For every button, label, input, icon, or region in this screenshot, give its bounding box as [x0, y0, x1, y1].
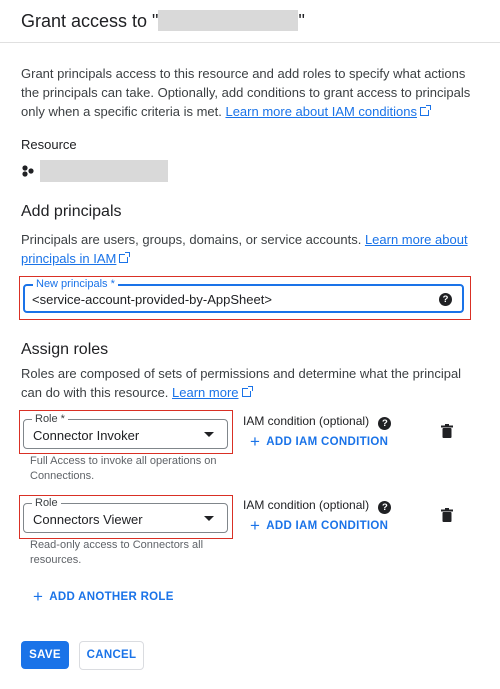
role-2-condition-label: IAM condition (optional): [243, 498, 370, 512]
iam-conditions-link[interactable]: Learn more about IAM conditions: [225, 104, 417, 119]
role-2-add-condition-button[interactable]: + ADD IAM CONDITION: [250, 516, 388, 536]
dialog-header: Grant access to " ": [0, 0, 500, 43]
role-2-helper-text: Read-only access to Connectors all resou…: [30, 539, 204, 566]
role-1-add-condition-button[interactable]: + ADD IAM CONDITION: [250, 432, 388, 452]
redacted-resource-name: [158, 10, 299, 31]
cancel-button-label: CANCEL: [86, 649, 137, 661]
intro-paragraph: Grant principals access to this resource…: [21, 64, 481, 121]
role-1-add-condition-label: ADD IAM CONDITION: [266, 436, 389, 448]
add-another-role-button[interactable]: + ADD ANOTHER ROLE: [33, 587, 174, 607]
external-link-icon: [241, 386, 253, 397]
cancel-button[interactable]: CANCEL: [79, 641, 144, 670]
add-principals-heading: Add principals: [21, 203, 122, 220]
principals-description-text: Principals are users, groups, domains, o…: [21, 232, 365, 247]
role-2-add-condition-label: ADD IAM CONDITION: [266, 520, 389, 532]
help-icon[interactable]: ?: [378, 417, 392, 430]
plus-icon: +: [250, 516, 261, 535]
help-icon[interactable]: ?: [378, 501, 392, 514]
role-1-value: Connector Invoker: [33, 428, 140, 443]
assign-roles-heading: Assign roles: [21, 341, 109, 358]
resource-label: Resource: [21, 137, 77, 152]
dialog-title-prefix: Grant access to ": [21, 11, 159, 31]
new-principals-label: New principals *: [33, 277, 118, 291]
dialog-title: Grant access to " ": [21, 10, 305, 32]
external-link-icon: [419, 105, 431, 116]
principals-description: Principals are users, groups, domains, o…: [21, 230, 481, 268]
role-2-label: Role: [32, 496, 61, 510]
resource-type-icon: [22, 165, 34, 177]
external-link-icon: [119, 252, 131, 263]
save-button[interactable]: SAVE: [21, 641, 69, 669]
chevron-down-icon: [204, 516, 214, 521]
delete-role-1-icon[interactable]: [441, 424, 453, 438]
new-principals-input[interactable]: <service-account-provided-by-AppSheet>: [32, 292, 272, 307]
role-1-label: Role *: [32, 412, 68, 426]
role-1-condition-label-row: IAM condition (optional) ?: [243, 414, 392, 430]
add-another-role-label: ADD ANOTHER ROLE: [49, 591, 174, 603]
plus-icon: +: [250, 432, 261, 451]
chevron-down-icon: [204, 432, 214, 437]
redacted-resource-value: [40, 160, 168, 182]
save-button-label: SAVE: [29, 649, 61, 661]
role-2-select[interactable]: Role Connectors Viewer: [23, 496, 228, 533]
help-icon[interactable]: ?: [439, 293, 452, 306]
new-principals-field[interactable]: New principals * <service-account-provid…: [23, 277, 464, 313]
roles-description: Roles are composed of sets of permission…: [21, 364, 481, 402]
role-2-value: Connectors Viewer: [33, 512, 143, 527]
plus-icon: +: [33, 587, 44, 606]
role-1-select[interactable]: Role * Connector Invoker: [23, 412, 228, 449]
roles-learn-more-link[interactable]: Learn more: [172, 385, 238, 400]
role-2-condition-label-row: IAM condition (optional) ?: [243, 498, 392, 514]
role-1-helper-text: Full Access to invoke all operations on …: [30, 455, 217, 482]
delete-role-2-icon[interactable]: [441, 508, 453, 522]
role-1-condition-label: IAM condition (optional): [243, 414, 370, 428]
dialog-title-suffix: ": [298, 11, 305, 31]
